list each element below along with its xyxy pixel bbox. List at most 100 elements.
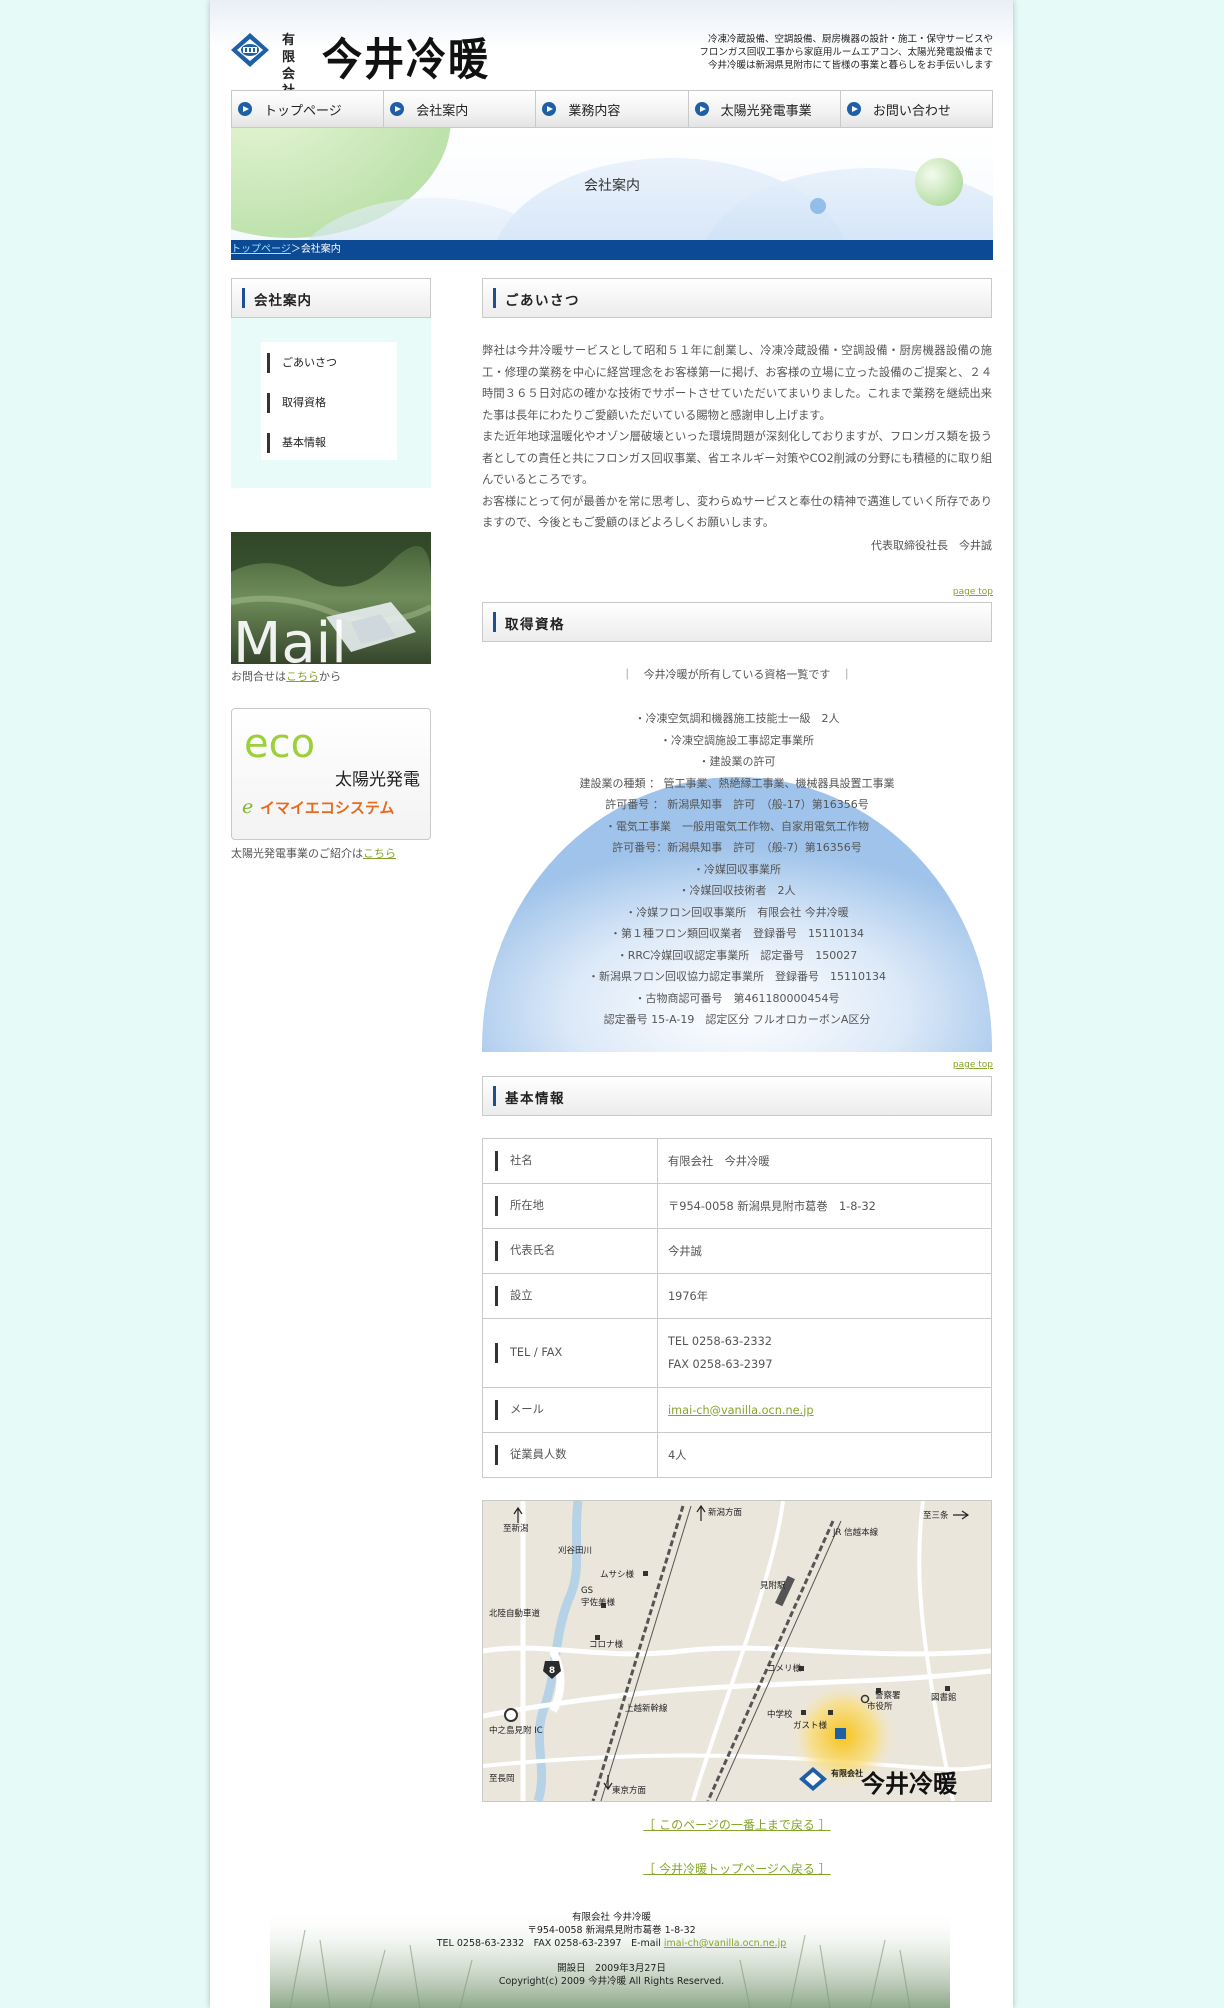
qualifications-heading: 取得資格 xyxy=(482,602,992,642)
info-value: 今井誠 xyxy=(657,1228,992,1274)
access-map: 8 至新潟 新潟方面 JR 信越本線 至三条 刈谷田川 ムサシ様 GS 宇佐美様… xyxy=(482,1500,992,1802)
greeting-signature: 代表取締役社長 今井誠 xyxy=(871,539,992,552)
nav-item-solar[interactable]: 太陽光発電事業 xyxy=(687,90,840,128)
qualifications-list: ・冷凍空気調和機器施工技能士一級 2人 ・冷凍空調施設工事認定事業所 ・建設業の… xyxy=(482,708,992,1031)
company-logo-icon[interactable] xyxy=(230,32,270,68)
sidebar-heading-text: 会社案内 xyxy=(254,293,312,309)
footer-tel-fax: TEL 0258-63-2332 FAX 0258-63-2397 E-mail xyxy=(436,1938,664,1949)
heading-bar xyxy=(493,1086,496,1106)
nav-label: 太陽光発電事業 xyxy=(720,103,812,119)
table-row: TEL / FAX TEL 0258-63-2332 FAX 0258-63-239… xyxy=(482,1318,992,1388)
info-value: 有限会社 今井冷暖 xyxy=(657,1138,992,1184)
footer-company: 有限会社 今井冷暖 xyxy=(571,1912,652,1923)
pagetop-link[interactable]: page top xyxy=(953,1060,993,1070)
table-row: 設立 1976年 xyxy=(482,1273,992,1319)
qualification-item: ・古物商認可番号 第461180000454号 xyxy=(634,991,840,1005)
map-label: 見附駅 xyxy=(760,1580,786,1591)
info-value-tel: TEL 0258-63-2332 xyxy=(668,1335,772,1348)
global-nav: トップページ 会社案内 業務内容 太陽光発電事業 お問い合わせ xyxy=(231,90,994,128)
nav-item-company[interactable]: 会社案内 xyxy=(383,90,536,128)
qualification-item: 許可番号：新潟県知事 許可 （般-7）第16356号 xyxy=(612,841,862,854)
mail-note-link[interactable]: こちら xyxy=(286,670,319,683)
qualification-item: ・建設業の許可 xyxy=(698,755,776,768)
breadcrumb: トップページ＞会社案内 xyxy=(231,240,993,260)
sidebar-heading: 会社案内 xyxy=(231,278,431,318)
map-label: 上越新幹線 xyxy=(625,1703,668,1714)
qualification-item: ・新潟県フロン回収協力認定事業所 登録番号 15110134 xyxy=(588,970,886,983)
qualification-item: 認定番号 15-A-19 認定区分 フルオロカーボンA区分 xyxy=(603,1013,871,1026)
heading-bar xyxy=(493,612,496,632)
map-image: 8 至新潟 新潟方面 JR 信越本線 至三条 刈谷田川 ムサシ様 GS 宇佐美様… xyxy=(483,1501,991,1801)
arrow-circle-icon xyxy=(694,102,709,116)
pagetop-link[interactable]: page top xyxy=(953,587,993,597)
qualification-item: ・冷媒フロン回収事業所 有限会社 今井冷暖 xyxy=(625,905,849,919)
back-to-top-link[interactable]: ［ このページの一番上まで戻る ］ xyxy=(643,1818,830,1832)
footer-email-link[interactable]: imai-ch@vanilla.ocn.ne.jp xyxy=(664,1938,786,1949)
footer-contact: TEL 0258-63-2332 FAX 0258-63-2397 E-mail… xyxy=(210,1937,1013,1950)
map-label: 東京方面 xyxy=(612,1785,647,1796)
back-to-top: ［ このページの一番上まで戻る ］ xyxy=(482,1816,992,1833)
qualification-item: ・電気工事業 一般用電気工作物、自家用電気工作物 xyxy=(605,819,869,833)
nav-label: 会社案内 xyxy=(416,103,469,119)
arrow-circle-icon xyxy=(542,102,557,116)
map-label: ムサシ様 xyxy=(600,1569,635,1580)
info-key: 代表氏名 xyxy=(495,1241,555,1261)
header-tagline: 冷凍冷蔵設備、空調設備、厨房機器の設計・施工・保守サービスや フロンガス回収工事… xyxy=(573,33,993,72)
map-label: 市役所 xyxy=(867,1701,893,1712)
eco-note-link[interactable]: こちら xyxy=(363,847,396,860)
mail-note-prefix: お問合せは xyxy=(231,670,286,683)
info-value: 1976年 xyxy=(657,1273,992,1319)
footer-opened: 開設日 2009年3月27日 xyxy=(557,1963,666,1974)
sidebar-item-greeting[interactable]: ごあいさつ xyxy=(267,353,337,373)
mail-note-suffix: から xyxy=(319,670,341,683)
page-container: 有限会社 今井冷暖 冷凍冷蔵設備、空調設備、厨房機器の設計・施工・保守サービスや… xyxy=(210,0,1013,2008)
sidebar-item-basic-info[interactable]: 基本情報 xyxy=(267,433,326,453)
sidebar-item-qualifications[interactable]: 取得資格 xyxy=(267,393,326,413)
email-link[interactable]: imai-ch@vanilla.ocn.ne.jp xyxy=(668,1404,814,1417)
table-row: 従業員人数 4人 xyxy=(482,1432,992,1478)
table-row: メール imai-ch@vanilla.ocn.ne.jp xyxy=(482,1387,992,1433)
info-key: 従業員人数 xyxy=(495,1445,567,1465)
map-label: GS xyxy=(581,1586,593,1596)
qualification-item: ・冷凍空調施設工事認定事業所 xyxy=(660,733,814,747)
map-label: JR 信越本線 xyxy=(832,1527,879,1538)
info-key: 設立 xyxy=(495,1286,533,1306)
info-value: 〒954-0058 新潟県見附市葛巻 1-8-32 xyxy=(657,1183,992,1229)
map-label: 至長岡 xyxy=(489,1774,515,1784)
breadcrumb-separator: ＞ xyxy=(290,244,301,255)
mail-banner-image: Mail xyxy=(231,532,431,664)
breadcrumb-home-link[interactable]: トップページ xyxy=(231,244,291,255)
qualification-item: ・冷媒回収事業所 xyxy=(693,862,781,876)
nav-item-contact[interactable]: お問い合わせ xyxy=(839,90,994,128)
eco-note: 太陽光発電事業のご紹介はこちら xyxy=(231,845,396,861)
qualification-item: ・冷媒回収技術者 2人 xyxy=(678,884,796,897)
company-name[interactable]: 今井冷暖 xyxy=(322,24,490,88)
back-to-home-link[interactable]: ［ 今井冷暖トップページへ戻る ］ xyxy=(643,1862,830,1876)
greeting-paragraph: また近年地球温暖化やオゾン層破壊といった環境問題が深刻化しておりますが、フロンガ… xyxy=(482,430,992,486)
info-value: 4人 xyxy=(657,1432,992,1478)
sidebar-menu: ごあいさつ 取得資格 基本情報 xyxy=(231,318,431,488)
greeting-heading: ごあいさつ xyxy=(482,278,992,318)
nav-item-top[interactable]: トップページ xyxy=(231,90,384,128)
map-label: 北陸自動車道 xyxy=(489,1608,541,1619)
qualification-item: ・RRC冷媒回収認定事業所 認定番号 150027 xyxy=(616,948,858,962)
map-label: ガスト様 xyxy=(793,1720,828,1731)
info-key: メール xyxy=(495,1400,544,1420)
map-company-name: 今井冷暖 xyxy=(861,1769,958,1798)
tagline-line: 冷凍冷蔵設備、空調設備、厨房機器の設計・施工・保守サービスや xyxy=(707,34,993,45)
eco-logo-icon: e xyxy=(242,796,253,818)
qualification-item: 許可番号 ： 新潟県知事 許可 （般-17）第16356号 xyxy=(605,798,869,811)
table-row: 社名 有限会社 今井冷暖 xyxy=(482,1138,992,1184)
heading-bar xyxy=(493,288,496,308)
mail-banner[interactable]: Mail xyxy=(231,532,431,664)
back-to-home: ［ 今井冷暖トップページへ戻る ］ xyxy=(482,1860,992,1877)
brand-text: イマイエコシステム xyxy=(260,799,394,817)
eco-banner-image: eco 太陽光発電 e イマイエコシステム xyxy=(242,721,420,818)
breadcrumb-current: 会社案内 xyxy=(300,244,341,255)
arrow-circle-icon xyxy=(390,102,405,116)
eco-banner[interactable]: eco 太陽光発電 e イマイエコシステム xyxy=(231,708,431,840)
page-banner: 会社案内 xyxy=(231,128,993,240)
eco-text: eco xyxy=(244,721,315,767)
nav-item-business[interactable]: 業務内容 xyxy=(535,90,688,128)
basic-info-table: 社名 有限会社 今井冷暖 所在地 〒954-0058 新潟県見附市葛巻 1-8-32… xyxy=(482,1138,992,1478)
